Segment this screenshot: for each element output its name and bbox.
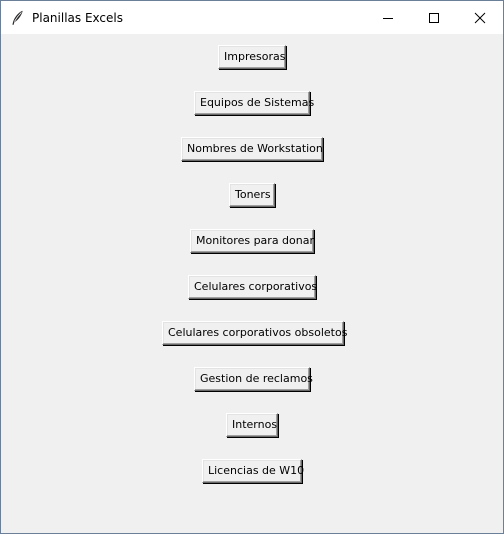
equipos-de-sistemas-button[interactable]: Equipos de Sistemas [194, 91, 314, 115]
minimize-icon [383, 17, 393, 19]
main-window: Planillas Excels Impresoras Equipos de S… [0, 0, 504, 534]
button-panel: Impresoras Equipos de Sistemas Nombres d… [1, 34, 503, 533]
impresoras-button[interactable]: Impresoras [218, 45, 286, 69]
window-title: Planillas Excels [32, 11, 123, 25]
minimize-button[interactable] [365, 1, 411, 34]
toners-button[interactable]: Toners [229, 183, 275, 207]
maximize-button[interactable] [411, 1, 457, 34]
close-button[interactable] [457, 1, 503, 34]
monitores-para-donar-button[interactable]: Monitores para donar [190, 229, 314, 253]
close-icon [474, 12, 486, 23]
internos-button[interactable]: Internos [226, 413, 278, 437]
nombres-de-workstation-button[interactable]: Nombres de Workstation [181, 137, 323, 161]
feather-icon [12, 10, 23, 25]
maximize-icon [429, 12, 439, 23]
licencias-de-w10-button[interactable]: Licencias de W10 [202, 459, 304, 483]
title-bar[interactable]: Planillas Excels [1, 1, 503, 34]
gestion-de-reclamos-button[interactable]: Gestion de reclamos [194, 367, 313, 391]
celulares-corporativos-obsoletos-button[interactable]: Celulares corporativos obsoletos [162, 321, 347, 345]
celulares-corporativos-button[interactable]: Celulares corporativos [188, 275, 317, 299]
